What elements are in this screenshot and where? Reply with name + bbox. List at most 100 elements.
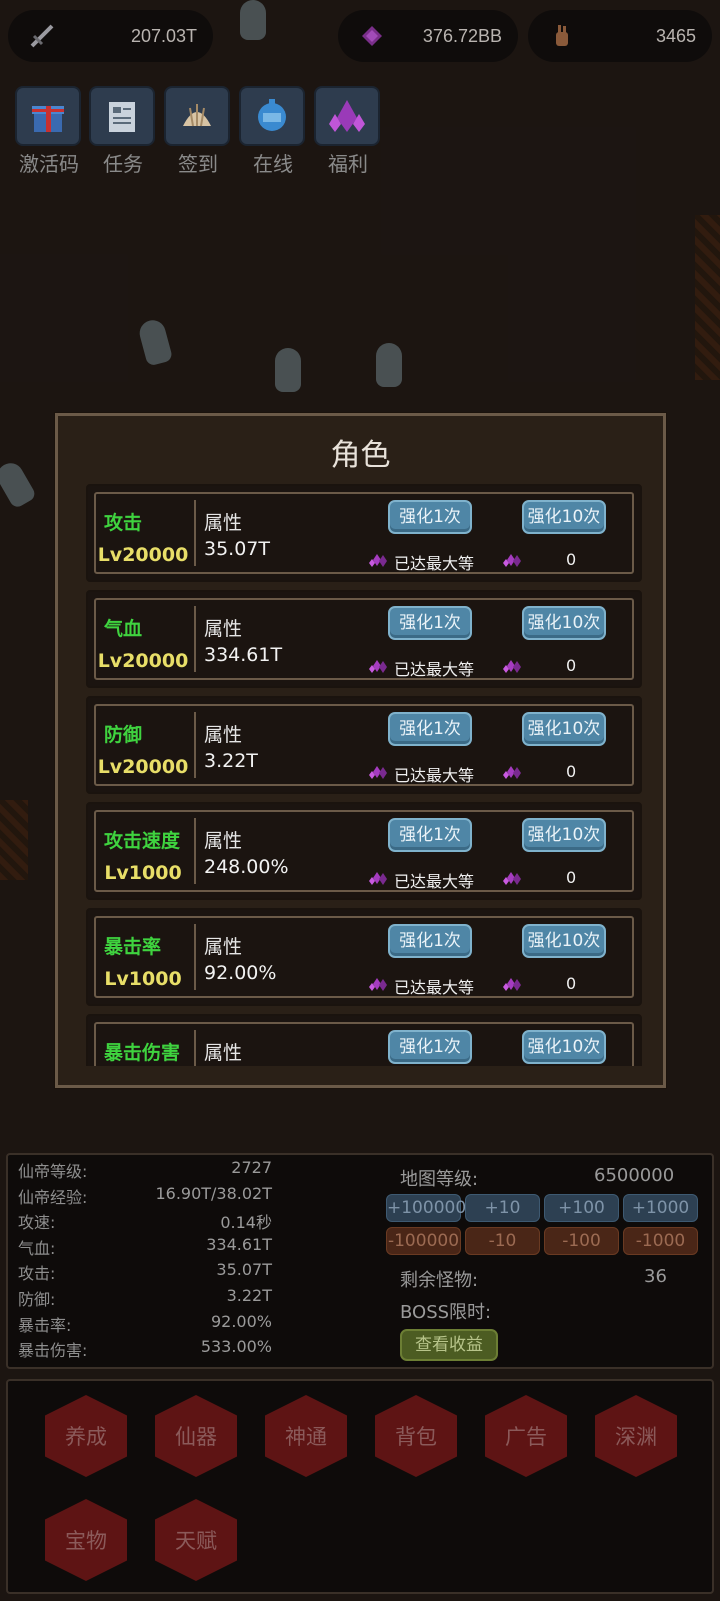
row-divider (194, 606, 196, 672)
row-frame: 暴击率 Lv1000 属性 92.00% 强化1次 强化10次 已达最大等 0 (94, 916, 634, 998)
hand-pill: 3465 (528, 10, 712, 62)
menu-hex-button[interactable]: 天赋 (155, 1499, 237, 1581)
enhance-once-button[interactable]: 强化1次 (388, 606, 472, 640)
stat-label: 暴击伤害: (18, 1341, 88, 1361)
menu-hex-button[interactable]: 养成 (45, 1395, 127, 1477)
map-minus-button[interactable]: -10 (465, 1227, 540, 1255)
enhance-ten-button[interactable]: 强化10次 (522, 818, 606, 852)
remaining-monsters-value: 36 (644, 1266, 667, 1287)
gem-icon (502, 764, 524, 780)
stat-value: 35.07T (216, 1260, 272, 1280)
crystal-icon (314, 86, 380, 146)
stats-panel: 仙帝等级: 2727 仙帝经验: 16.90T/38.02T 攻速: 0.14秒 气血: 33… (6, 1153, 714, 1369)
quick-label: 任务 (103, 152, 143, 176)
sword-power-value: 207.03T (130, 25, 197, 46)
map-level-value: 6500000 (594, 1165, 675, 1186)
attribute-value: 248.00% (204, 856, 289, 878)
attribute-value: 3.22T (204, 750, 258, 772)
stat-value: 533.00% (200, 1337, 272, 1357)
enhance-once-button[interactable]: 强化1次 (388, 1030, 472, 1064)
clock-icon (239, 86, 305, 146)
boss-timer-label: BOSS限时: (400, 1302, 492, 1323)
row-frame: 攻击 Lv20000 属性 35.07T 强化1次 强化10次 已达最大等 0 (94, 492, 634, 574)
cost-ten-value: 0 (566, 656, 577, 675)
menu-hex-button[interactable]: 深渊 (595, 1395, 677, 1477)
hand-value: 3465 (655, 25, 696, 46)
enhance-once-button[interactable]: 强化1次 (388, 712, 472, 746)
quick-tasks[interactable]: 任务 (89, 86, 157, 177)
map-minus-button[interactable]: -1000 (623, 1227, 698, 1255)
attribute-list[interactable]: 攻击 Lv20000 属性 35.07T 强化1次 强化10次 已达最大等 0 … (86, 484, 642, 1066)
menu-hex-button[interactable]: 仙器 (155, 1395, 237, 1477)
quick-activation-code[interactable]: 激活码 (15, 86, 83, 177)
gem-icon (368, 870, 390, 886)
map-level-label: 地图等级: (400, 1169, 479, 1190)
map-plus-button[interactable]: +100000 (386, 1194, 466, 1222)
stat-value: 16.90T/38.02T (155, 1183, 272, 1203)
menu-hex-button[interactable]: 背包 (375, 1395, 457, 1477)
cost-ten-value: 0 (566, 550, 577, 569)
enhance-ten-button[interactable]: 强化10次 (522, 500, 606, 534)
row-divider (194, 1030, 196, 1066)
enhance-ten-button[interactable]: 强化10次 (522, 712, 606, 746)
attribute-row: 防御 Lv20000 属性 3.22T 强化1次 强化10次 已达最大等 0 (86, 696, 642, 794)
character-modal: 角色 攻击 Lv20000 属性 35.07T 强化1次 强化10次 已达最大等… (55, 413, 666, 1088)
row-frame: 暴击伤害 属性 强化1次 强化10次 (94, 1022, 634, 1066)
stat-value: 334.61T (206, 1234, 272, 1254)
max-level-text: 已达最大等 (394, 766, 475, 785)
attribute-row: 气血 Lv20000 属性 334.61T 强化1次 强化10次 已达最大等 0 (86, 590, 642, 688)
map-minus-button[interactable]: -100000 (386, 1227, 461, 1255)
cost-ten-value: 0 (566, 868, 577, 887)
gift-icon (15, 86, 81, 146)
stat-value: 92.00% (210, 1311, 272, 1331)
attribute-label: 属性 (204, 1042, 243, 1064)
gem-pill: 376.72BB (338, 10, 518, 62)
map-plus-button[interactable]: +10 (465, 1194, 540, 1222)
quick-welfare[interactable]: 福利 (314, 86, 382, 177)
row-frame: 防御 Lv20000 属性 3.22T 强化1次 强化10次 已达最大等 0 (94, 704, 634, 786)
quick-online[interactable]: 在线 (239, 86, 307, 177)
cost-ten-value: 0 (566, 762, 577, 781)
map-minus-button[interactable]: -100 (544, 1227, 619, 1255)
attribute-name: 攻击 (104, 512, 143, 534)
stat-value: 2727 (231, 1158, 272, 1177)
enhance-ten-button[interactable]: 强化10次 (522, 606, 606, 640)
sword-power-pill: 207.03T (8, 10, 213, 62)
menu-hex-button[interactable]: 宝物 (45, 1499, 127, 1581)
attribute-label: 属性 (204, 512, 243, 534)
attribute-row: 暴击率 Lv1000 属性 92.00% 强化1次 强化10次 已达最大等 0 (86, 908, 642, 1006)
menu-hex-button[interactable]: 神通 (265, 1395, 347, 1477)
stat-value: 0.14秒 (220, 1213, 272, 1233)
quick-signin[interactable]: 签到 (164, 86, 232, 177)
sword-icon (30, 24, 54, 48)
stat-label: 暴击率: (18, 1315, 72, 1335)
gem-icon (502, 976, 524, 992)
map-plus-button[interactable]: +1000 (623, 1194, 698, 1222)
stat-label: 仙帝等级: (18, 1162, 88, 1181)
bottom-menu: 养成 仙器 神通 背包 广告 深渊宝物 天赋 (6, 1379, 714, 1594)
attribute-row: 攻击 Lv20000 属性 35.07T 强化1次 强化10次 已达最大等 0 (86, 484, 642, 582)
enhance-once-button[interactable]: 强化1次 (388, 924, 472, 958)
enhance-ten-button[interactable]: 强化10次 (522, 1030, 606, 1064)
cost-ten-value: 0 (566, 974, 577, 993)
max-level-text: 已达最大等 (394, 554, 475, 573)
attribute-label: 属性 (204, 618, 243, 640)
row-divider (194, 924, 196, 990)
view-earnings-button[interactable]: 查看收益 (400, 1329, 498, 1361)
menu-hex-button[interactable]: 广告 (485, 1395, 567, 1477)
gem-icon (368, 764, 390, 780)
row-frame: 气血 Lv20000 属性 334.61T 强化1次 强化10次 已达最大等 0 (94, 598, 634, 680)
gem-icon (502, 552, 524, 568)
gem-icon (502, 658, 524, 674)
stat-label: 攻击: (18, 1264, 56, 1284)
attribute-name: 防御 (104, 724, 143, 746)
modal-title: 角色 (330, 438, 391, 473)
enhance-once-button[interactable]: 强化1次 (388, 818, 472, 852)
enhance-ten-button[interactable]: 强化10次 (522, 924, 606, 958)
enhance-once-button[interactable]: 强化1次 (388, 500, 472, 534)
quick-label: 签到 (178, 152, 218, 176)
map-plus-button[interactable]: +100 (544, 1194, 619, 1222)
quick-label: 在线 (253, 152, 293, 176)
max-level-text: 已达最大等 (394, 978, 475, 997)
attribute-value: 92.00% (204, 962, 277, 984)
